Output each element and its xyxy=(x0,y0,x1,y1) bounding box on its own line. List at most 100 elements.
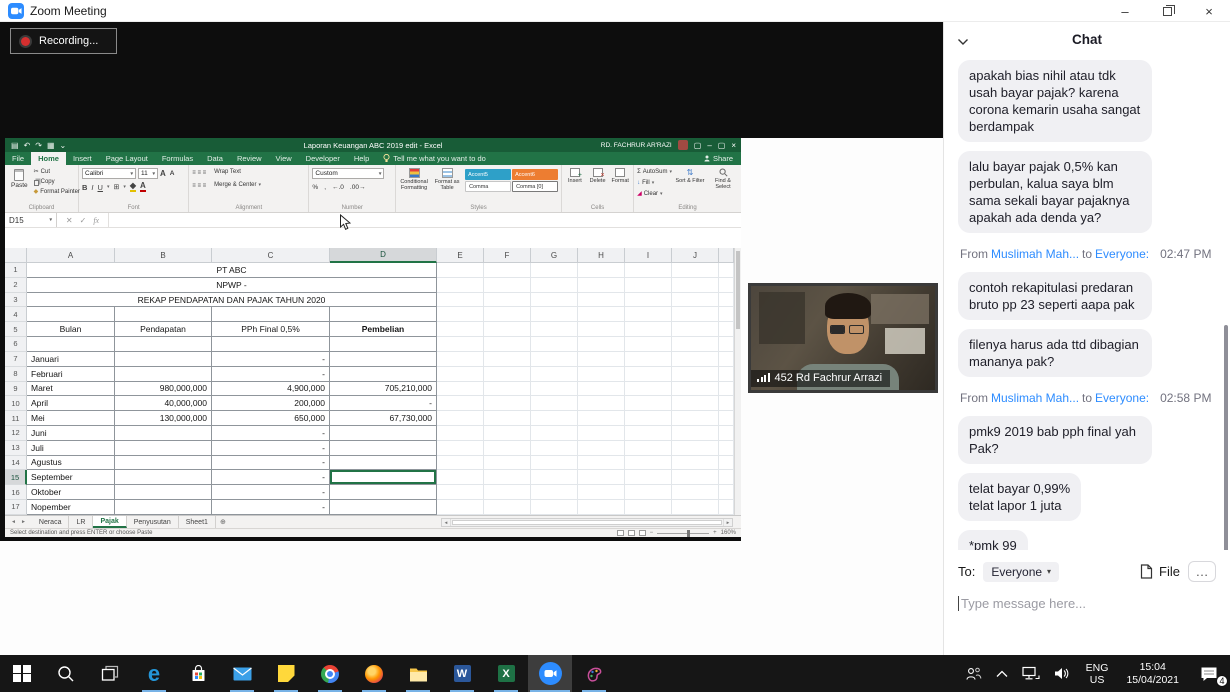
participant-video-thumbnail[interactable]: 452 Rd Fachrur Arrazi xyxy=(748,283,938,393)
cell-G9[interactable] xyxy=(531,382,578,397)
cell-C10[interactable]: 200,000 xyxy=(212,396,330,411)
clock[interactable]: 15:04 15/04/2021 xyxy=(1117,655,1188,692)
row-header-13[interactable]: 13 xyxy=(5,441,27,456)
enter-icon[interactable]: ✓ xyxy=(80,216,87,225)
decrease-decimal-icon[interactable]: .00→ xyxy=(350,183,366,192)
row-header-9[interactable]: 9 xyxy=(5,382,27,397)
cell-A13[interactable]: Juli xyxy=(27,441,115,456)
col-header-F[interactable]: F xyxy=(484,248,531,263)
cell-J7[interactable] xyxy=(672,352,719,367)
col-header-D[interactable]: D xyxy=(330,248,437,263)
cell-C7[interactable]: - xyxy=(212,352,330,367)
cell-H6[interactable] xyxy=(578,337,625,352)
cell-F13[interactable] xyxy=(484,441,531,456)
cell-E2[interactable] xyxy=(437,278,484,293)
cell-E9[interactable] xyxy=(437,382,484,397)
cell-H14[interactable] xyxy=(578,456,625,471)
close-button[interactable]: × xyxy=(1188,0,1230,22)
cell-F1[interactable] xyxy=(484,263,531,278)
underline-button[interactable]: U xyxy=(98,183,103,192)
font-size-select[interactable]: 11▾ xyxy=(138,168,158,179)
cell-C14[interactable]: - xyxy=(212,456,330,471)
row-header-6[interactable]: 6 xyxy=(5,337,27,352)
taskbar-word[interactable]: W xyxy=(440,655,484,692)
cell-C8[interactable]: - xyxy=(212,367,330,382)
cell-A12[interactable]: Juni xyxy=(27,426,115,441)
cell-F17[interactable] xyxy=(484,500,531,515)
cell-F6[interactable] xyxy=(484,337,531,352)
cell-C9[interactable]: 4,900,000 xyxy=(212,382,330,397)
excel-close-icon[interactable]: × xyxy=(731,141,736,150)
paste-button[interactable]: Paste xyxy=(8,168,31,190)
cell-J16[interactable] xyxy=(672,485,719,500)
cell-E17[interactable] xyxy=(437,500,484,515)
cell-J4[interactable] xyxy=(672,307,719,322)
row-header-15[interactable]: 15 xyxy=(5,470,27,485)
page-break-view-icon[interactable] xyxy=(639,530,646,536)
cell-I11[interactable] xyxy=(625,411,672,426)
cell-F7[interactable] xyxy=(484,352,531,367)
chat-sender[interactable]: Muslimah Mah... xyxy=(991,247,1079,261)
cell-A3[interactable]: REKAP PENDAPATAN DAN PAJAK TAHUN 2020 xyxy=(27,293,437,308)
fill-color-icon[interactable]: ◆ xyxy=(130,182,136,192)
cell-I10[interactable] xyxy=(625,396,672,411)
cell-B15[interactable] xyxy=(115,470,212,485)
col-header-A[interactable]: A xyxy=(27,248,115,263)
col-header-I[interactable]: I xyxy=(625,248,672,263)
cell-F15[interactable] xyxy=(484,470,531,485)
sheet-next-icon[interactable]: ► xyxy=(21,519,26,525)
excel-minimize-icon[interactable]: – xyxy=(707,141,711,150)
sheet-tab-neraca[interactable]: Neraca xyxy=(32,516,70,528)
redo-icon[interactable]: ↷ xyxy=(35,141,42,150)
cell-D12[interactable] xyxy=(330,426,437,441)
cell-J3[interactable] xyxy=(672,293,719,308)
cell-D8[interactable] xyxy=(330,367,437,382)
taskbar-start[interactable] xyxy=(0,655,44,692)
cell-I3[interactable] xyxy=(625,293,672,308)
menu-tab-review[interactable]: Review xyxy=(230,152,269,165)
clear-button[interactable]: ◢Clear▾ xyxy=(637,190,672,199)
cell-E5[interactable] xyxy=(437,322,484,337)
cell-B14[interactable] xyxy=(115,456,212,471)
copy-button[interactable]: Copy xyxy=(34,178,80,187)
cell-D14[interactable] xyxy=(330,456,437,471)
fx-icon[interactable]: fx xyxy=(93,216,99,225)
cell-B13[interactable] xyxy=(115,441,212,456)
taskbar-zoom[interactable] xyxy=(528,655,572,692)
tell-me-box[interactable]: Tell me what you want to do xyxy=(376,152,493,165)
restore-button[interactable] xyxy=(1146,0,1188,22)
taskbar-mail[interactable] xyxy=(220,655,264,692)
style-comma0[interactable]: Comma [0] xyxy=(512,181,558,192)
comma-style-icon[interactable]: , xyxy=(324,183,326,192)
cell-H8[interactable] xyxy=(578,367,625,382)
cell-A7[interactable]: Januari xyxy=(27,352,115,367)
cell-B16[interactable] xyxy=(115,485,212,500)
cell-D15[interactable] xyxy=(330,470,437,485)
cell-F3[interactable] xyxy=(484,293,531,308)
excel-horizontal-scrollbar[interactable]: ◄ ► xyxy=(441,518,733,527)
cell-B10[interactable]: 40,000,000 xyxy=(115,396,212,411)
cell-A9[interactable]: Maret xyxy=(27,382,115,397)
cell-H4[interactable] xyxy=(578,307,625,322)
cell-E1[interactable] xyxy=(437,263,484,278)
chevron-up-icon[interactable] xyxy=(989,655,1015,692)
save-icon[interactable]: ▤ xyxy=(11,141,19,150)
cell-H15[interactable] xyxy=(578,470,625,485)
ribbon-display-icon[interactable]: ▢ xyxy=(694,141,702,150)
sort-filter-button[interactable]: ⇅ Sort & Filter xyxy=(675,168,705,184)
taskbar-file-explorer[interactable] xyxy=(396,655,440,692)
qat-caret-icon[interactable]: ⌄ xyxy=(60,141,67,150)
recipient-dropdown[interactable]: Everyone ▾ xyxy=(983,562,1059,582)
taskbar-store[interactable] xyxy=(176,655,220,692)
qat-icon[interactable]: ▦ xyxy=(47,141,55,150)
italic-button[interactable]: I xyxy=(91,183,93,192)
add-sheet-icon[interactable]: ⊕ xyxy=(216,516,230,528)
cell-A2[interactable]: NPWP - xyxy=(27,278,437,293)
cell-J17[interactable] xyxy=(672,500,719,515)
excel-restore-icon[interactable]: ▢ xyxy=(718,141,726,150)
cell-C6[interactable] xyxy=(212,337,330,352)
cell-D10[interactable]: - xyxy=(330,396,437,411)
autosum-button[interactable]: ΣAutoSum▾ xyxy=(637,168,672,177)
cell-I4[interactable] xyxy=(625,307,672,322)
cell-C5[interactable]: PPh Final 0,5% xyxy=(212,322,330,337)
